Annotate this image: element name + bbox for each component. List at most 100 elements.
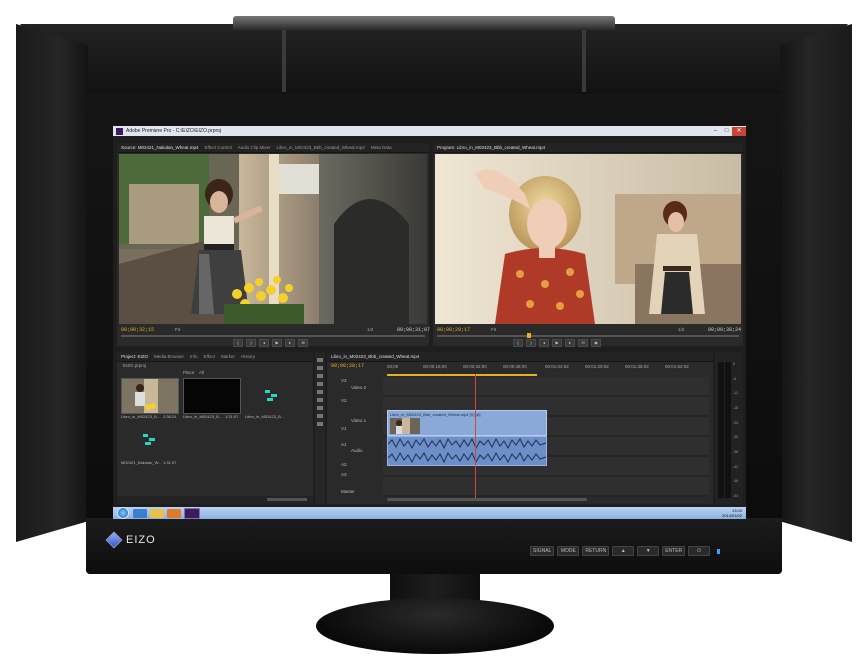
tab-effect-control[interactable]: Effect Control: [205, 145, 232, 150]
work-area-bar[interactable]: [387, 374, 537, 376]
close-button[interactable]: ✕: [732, 126, 746, 136]
power-led: [717, 548, 721, 554]
meter-tick: -42: [733, 464, 739, 469]
play-button[interactable]: ▶: [272, 339, 282, 347]
track-v1[interactable]: V1: [341, 426, 347, 431]
program-panel-tabs: Program: Libro_in_M02423_Bbb_created_Whe…: [433, 143, 743, 153]
source-resolution-select[interactable]: 1/2: [367, 327, 373, 332]
monitor-button-signal[interactable]: SIGNAL: [530, 546, 555, 556]
taskbar-clock[interactable]: 13:00 2014/01/02: [722, 508, 742, 518]
tab-meta-data[interactable]: Meta Data: [371, 145, 392, 150]
monitor-controls: SIGNAL MODE RETURN ▲ ▼ ENTER ⏻: [530, 546, 721, 556]
meter-tick: -6: [733, 376, 737, 381]
video-clip[interactable]: Libro_in_M02423_Bbb_created_Wheat.mp4 [V…: [387, 410, 547, 436]
monitor-button-up[interactable]: ▲: [612, 546, 635, 556]
sequence-icon[interactable]: [143, 434, 155, 446]
track-name: Video 1: [351, 418, 367, 423]
ie-taskbar-icon[interactable]: [133, 508, 147, 518]
program-playhead[interactable]: [527, 333, 531, 338]
meter-tick: -30: [733, 435, 739, 440]
program-scrub-bar[interactable]: [437, 333, 739, 338]
ruler-label: 00;01;04;02: [545, 364, 569, 369]
meter-tick: -24: [733, 420, 739, 425]
media-player-taskbar-icon[interactable]: [167, 508, 181, 518]
timeline-playhead[interactable]: [475, 374, 476, 498]
timeline-ruler[interactable]: 00;00 00;00;16;00 00;00;32;00 00;00;48;0…: [387, 364, 709, 374]
timeline-timecode[interactable]: 00;00;20;17: [331, 363, 364, 369]
project-thumbnail[interactable]: [183, 378, 241, 414]
clip-thumbnail: [390, 418, 420, 434]
tab-sequence[interactable]: Libro_in_M02423_Bbb_created_Wheat.mp4: [277, 145, 365, 150]
sequence-icon[interactable]: [265, 390, 277, 402]
tab-media-browser[interactable]: Media Browser: [154, 354, 184, 359]
explorer-taskbar-icon[interactable]: [150, 508, 164, 518]
step-forward-button[interactable]: ▸: [565, 339, 575, 347]
insert-button[interactable]: ⊞: [298, 339, 308, 347]
source-scrub-bar[interactable]: [121, 335, 425, 337]
tab-project[interactable]: Project: EIZO: [121, 354, 148, 359]
tab-marker[interactable]: Marker: [221, 354, 235, 359]
tool-icons[interactable]: [317, 358, 323, 428]
program-transport-controls: { } ◂ ▶ ▸ ⊟ ◉: [513, 339, 601, 347]
track-v2[interactable]: V2: [341, 398, 347, 403]
premiere-app-icon: [116, 127, 123, 135]
track-a2[interactable]: A2: [341, 462, 347, 467]
tab-audio-clip-mixer[interactable]: Audio Clip Mixer: [238, 145, 271, 150]
monitor-button-down[interactable]: ▼: [637, 546, 660, 556]
source-panel-tabs: Source: M02421_Nakulan_Wheat.mp4 Effect …: [117, 143, 429, 153]
track-a3[interactable]: A3: [341, 472, 347, 477]
monitor-button-mode[interactable]: MODE: [557, 546, 580, 556]
track-master[interactable]: Master: [341, 489, 355, 494]
window-controls: – □ ✕: [710, 126, 746, 136]
timeline-scrollbar[interactable]: [387, 498, 587, 501]
ruler-label: 00;00;48;00: [503, 364, 527, 369]
premiere-taskbar-icon[interactable]: [184, 507, 200, 519]
monitor-button-enter[interactable]: ENTER: [662, 546, 686, 556]
mark-in-button[interactable]: {: [233, 339, 243, 347]
lift-button[interactable]: ⊟: [578, 339, 588, 347]
ruler-label: 00;01;52;02: [665, 364, 689, 369]
tab-effect[interactable]: Effect: [204, 354, 215, 359]
meter-tick: -12: [733, 391, 739, 396]
step-back-button[interactable]: ◂: [539, 339, 549, 347]
tab-source[interactable]: Source: M02421_Nakulan_Wheat.mp4: [121, 145, 199, 150]
monitor-button-power[interactable]: ⏻: [688, 546, 711, 556]
track-v3[interactable]: V3: [341, 378, 347, 383]
program-timecode-out: 00;00;38;24: [708, 327, 742, 333]
project-footer-tools[interactable]: [267, 498, 307, 501]
audio-clip[interactable]: [387, 436, 547, 466]
project-thumbnail[interactable]: [121, 378, 179, 414]
clock-date: 2014/01/02: [721, 513, 742, 518]
mark-out-button[interactable]: }: [246, 339, 256, 347]
start-button[interactable]: [117, 507, 129, 519]
export-frame-button[interactable]: ◉: [591, 339, 601, 347]
program-fit-select[interactable]: Fit: [491, 327, 496, 332]
program-video-frame: [435, 154, 741, 324]
source-fit-select[interactable]: Fit: [175, 327, 180, 332]
minimize-button[interactable]: –: [710, 127, 721, 136]
track-a1[interactable]: A1: [341, 442, 347, 447]
audio-meter-right: [725, 362, 731, 498]
project-item-label: Libro_in_M02423_B...: [245, 414, 285, 419]
project-item-duration: 1:31:07: [163, 460, 177, 465]
play-button[interactable]: ▶: [552, 339, 562, 347]
track-name: Audio: [351, 448, 363, 453]
place-select[interactable]: All: [199, 370, 204, 375]
tab-history[interactable]: History: [241, 354, 255, 359]
step-back-button[interactable]: ◂: [259, 339, 269, 347]
tab-info[interactable]: Info: [190, 354, 198, 359]
audio-meters-panel: 0 -6 -12 -18 -24 -30 -36 -42 -48 -54: [715, 352, 743, 504]
program-resolution-select[interactable]: 1/2: [678, 327, 684, 332]
tab-program[interactable]: Program: Libro_in_M02423_Bbb_created_Whe…: [437, 145, 545, 150]
mark-in-button[interactable]: {: [513, 339, 523, 347]
monitor-base: [316, 598, 554, 654]
tab-timeline[interactable]: Libro_in_M02423_Bbb_created_Wheat.mp4: [331, 354, 419, 359]
step-forward-button[interactable]: ▸: [285, 339, 295, 347]
source-timecode-in[interactable]: 00;00;32;15: [121, 327, 154, 333]
mark-out-button[interactable]: }: [526, 339, 536, 347]
program-timecode-in[interactable]: 00;00;20;17: [437, 327, 470, 333]
source-monitor-panel: Source: M02421_Nakulan_Wheat.mp4 Effect …: [117, 143, 430, 346]
monitor-button-return[interactable]: RETURN: [582, 546, 610, 556]
maximize-button[interactable]: □: [721, 127, 732, 136]
project-item-duration: 2:38:24: [163, 414, 177, 419]
